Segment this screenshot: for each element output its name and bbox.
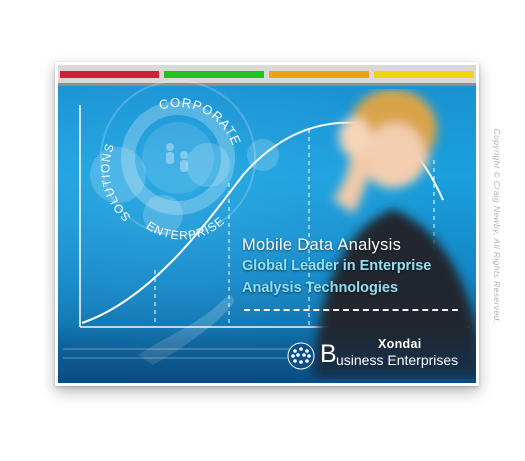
tagline-line-1: Global Leader in Enterprise bbox=[242, 258, 432, 274]
globe-icon bbox=[287, 342, 315, 370]
tagline-line-2: Analysis Technologies bbox=[242, 280, 399, 296]
dashed-divider bbox=[244, 309, 458, 311]
logo-initial: B bbox=[320, 340, 337, 368]
poster-image: CORPORATE ENTERPRISE SOLUTIONS Mobile Da… bbox=[0, 0, 525, 461]
headline: Mobile Data Analysis bbox=[242, 236, 402, 254]
ring-center bbox=[142, 122, 214, 194]
logo-name: Xondai bbox=[378, 337, 422, 351]
logo-subtitle: usiness Enterprises bbox=[336, 352, 459, 368]
poster-artwork: CORPORATE ENTERPRISE SOLUTIONS Mobile Da… bbox=[58, 65, 476, 383]
poster-card: CORPORATE ENTERPRISE SOLUTIONS Mobile Da… bbox=[55, 62, 479, 386]
copyright-notice: Copyright © Craig Newby, All Rights Rese… bbox=[492, 128, 502, 324]
